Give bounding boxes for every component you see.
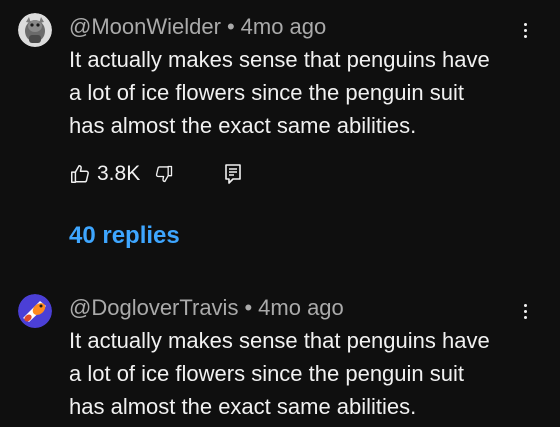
author-name[interactable]: @DogloverTravis <box>69 295 238 320</box>
avatar[interactable] <box>18 294 52 328</box>
reply-button[interactable] <box>224 163 242 185</box>
comment-text-line: It actually makes sense that penguins ha… <box>69 328 490 353</box>
comment-text: It actually makes sense that penguins ha… <box>69 43 539 142</box>
thumbs-down-icon <box>156 165 173 183</box>
comment-text-line: has almost the exact same abilities. <box>69 113 417 138</box>
comment-header: @DogloverTravis • 4mo ago <box>69 295 344 321</box>
comment-text-line: It actually makes sense that penguins ha… <box>69 47 490 72</box>
comment-thread-1: @MoonWielder • 4mo ago It actually makes s… <box>0 0 560 260</box>
comment-text-line: a lot of ice flowers since the penguin s… <box>69 80 465 105</box>
dislike-button[interactable] <box>154 164 174 184</box>
like-button[interactable]: 3.8K <box>69 162 152 186</box>
separator-dot: • <box>226 14 235 39</box>
reply-comment-icon <box>225 164 242 184</box>
comment-text-line: has almost the exact same abilities. <box>69 394 417 419</box>
thumbs-up-icon <box>71 165 89 183</box>
comment-text: It actually makes sense that penguins ha… <box>69 324 539 423</box>
comment-actions: 3.8K <box>69 158 242 190</box>
comment-text-line: a lot of ice flowers since the penguin s… <box>69 361 465 386</box>
view-replies-link[interactable]: 40 replies <box>69 222 180 250</box>
comment-header: @MoonWielder • 4mo ago <box>69 14 326 40</box>
avatar[interactable] <box>18 13 52 47</box>
dog-avatar-icon <box>18 294 52 328</box>
more-options-icon[interactable] <box>517 298 533 324</box>
grey-creature-avatar-icon <box>18 13 52 47</box>
more-options-icon[interactable] <box>517 17 533 43</box>
comment-time: 4mo ago <box>258 295 344 320</box>
like-count: 3.8K <box>97 162 141 185</box>
comment-thread-2: @DogloverTravis • 4mo ago It actually make… <box>0 260 560 427</box>
comment-time: 4mo ago <box>240 14 327 39</box>
separator-dot: • <box>244 295 253 320</box>
author-name[interactable]: @MoonWielder <box>69 14 221 39</box>
